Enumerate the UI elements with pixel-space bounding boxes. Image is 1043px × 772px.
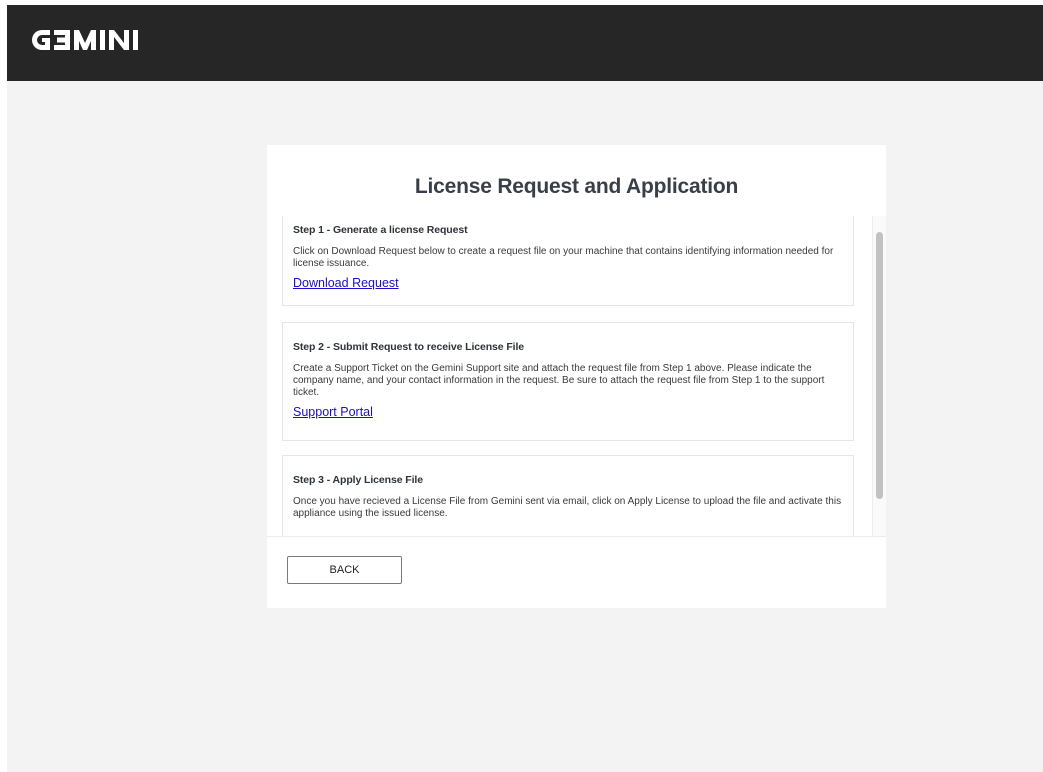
- app-window: License Request and Application Step 1 -…: [7, 5, 1043, 772]
- step-1-panel: Step 1 - Generate a license Request Clic…: [282, 216, 854, 306]
- back-button[interactable]: BACK: [287, 556, 402, 584]
- gemini-logo: [32, 30, 138, 50]
- download-request-link[interactable]: Download Request: [293, 276, 399, 290]
- page-title: License Request and Application: [414, 175, 739, 198]
- scrollbar-thumb[interactable]: [876, 232, 883, 499]
- footer-divider: [267, 536, 886, 537]
- step-1-text: Click on Download Request below to creat…: [293, 246, 834, 269]
- steps-scroll-area[interactable]: Step 1 - Generate a license Request Clic…: [267, 216, 886, 536]
- step-1-heading: Step 1 - Generate a license Request: [293, 224, 468, 236]
- step-2-text: Create a Support Ticket on the Gemini Su…: [293, 363, 825, 398]
- top-bar: [7, 5, 1043, 81]
- step-2-panel: Step 2 - Submit Request to receive Licen…: [282, 322, 854, 441]
- step-2-heading: Step 2 - Submit Request to receive Licen…: [293, 341, 525, 353]
- step-3-heading: Step 3 - Apply License File: [293, 474, 423, 486]
- step-3-panel: Step 3 - Apply License File Once you hav…: [282, 455, 854, 536]
- support-portal-link[interactable]: Support Portal: [293, 405, 373, 419]
- step-3-text: Once you have recieved a License File fr…: [293, 496, 842, 519]
- vertical-scrollbar[interactable]: [872, 216, 886, 536]
- license-card: License Request and Application Step 1 -…: [267, 145, 886, 608]
